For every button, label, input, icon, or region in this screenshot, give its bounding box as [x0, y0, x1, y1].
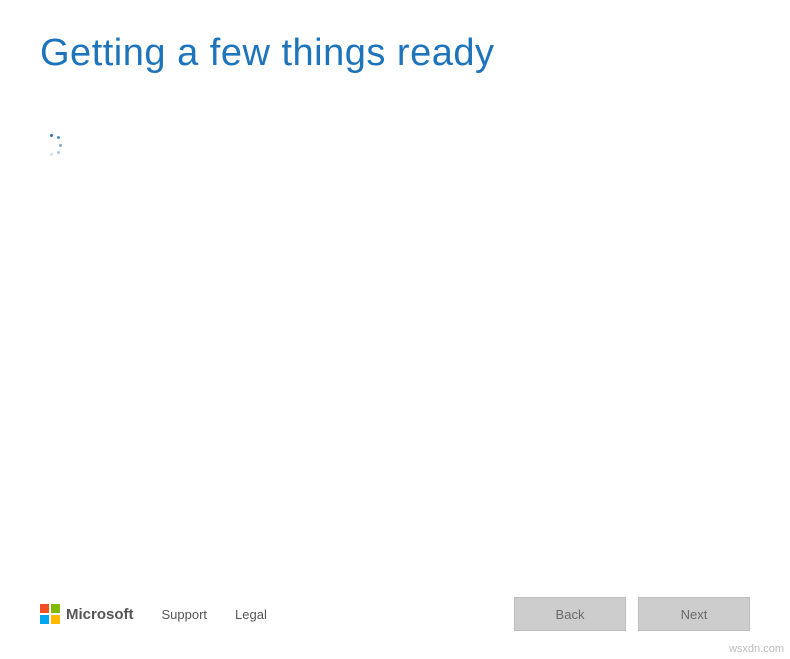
back-button[interactable]: Back	[514, 597, 626, 631]
footer-right: Back Next	[514, 597, 750, 631]
loading-spinner-icon	[40, 134, 62, 156]
footer: Microsoft Support Legal Back Next	[40, 597, 750, 631]
legal-link[interactable]: Legal	[235, 607, 267, 622]
footer-left: Microsoft Support Legal	[40, 604, 267, 624]
microsoft-brand: Microsoft	[40, 604, 134, 624]
watermark: wsxdn.com	[729, 643, 784, 655]
microsoft-wordmark: Microsoft	[66, 606, 134, 623]
microsoft-logo-icon	[40, 604, 60, 624]
page-title: Getting a few things ready	[40, 32, 494, 75]
support-link[interactable]: Support	[162, 607, 208, 622]
next-button[interactable]: Next	[638, 597, 750, 631]
